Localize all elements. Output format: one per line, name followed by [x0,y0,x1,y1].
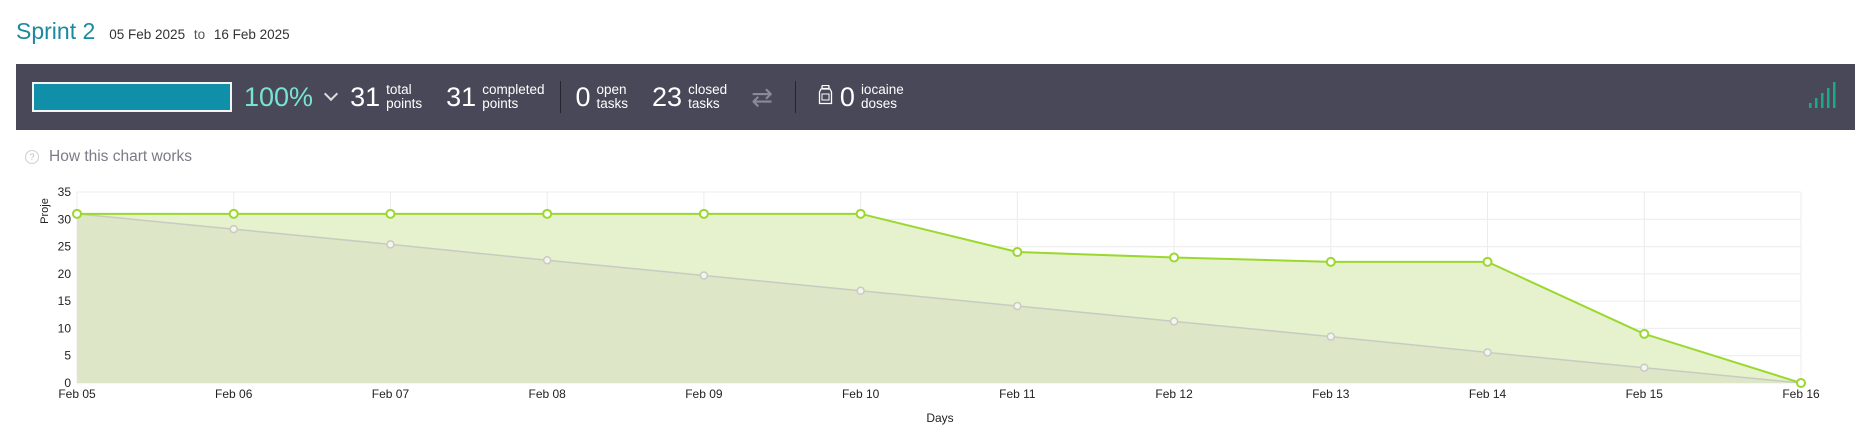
sprint-title[interactable]: Sprint 2 [16,18,95,45]
actual-point [72,208,82,219]
x-tick-label: Feb 09 [685,387,723,401]
closed-tasks-value: 23 [652,81,683,112]
question-icon: ? [25,150,39,164]
progress-bar [32,82,232,112]
y-tick-label: 15 [58,294,72,308]
y-axis-ticks: 05101520253035 [58,185,72,390]
sprint-header: Sprint 2 05 Feb 2025 to 16 Feb 2025 [16,18,290,45]
sprint-end-date: 16 Feb 2025 [213,27,290,42]
ideal-point [1640,363,1649,372]
date-separator: to [193,27,206,42]
progress-percent: 100% [244,81,314,112]
y-tick-label: 20 [58,267,72,281]
y-tick-label: 30 [58,212,72,226]
how-chart-works-text: How this chart works [49,148,192,165]
actual-point [1325,256,1336,267]
x-tick-label: Feb 06 [215,387,253,401]
ideal-point [229,224,238,234]
x-tick-label: Feb 15 [1626,387,1664,401]
x-tick-label: Feb 10 [842,387,880,401]
closed-tasks-stat: 23 closed tasks [652,82,727,113]
total-points-value: 31 [350,81,381,112]
actual-point [385,208,396,219]
sprint-summary-bar: 100% 31 total points 31 completed points 0… [16,64,1855,130]
actual-point [698,208,709,219]
ideal-point [1483,348,1492,357]
iocaine-jar-icon [818,84,833,110]
ideal-point [386,240,395,249]
actual-point [1012,247,1023,258]
ideal-point [699,271,709,280]
open-tasks-stat: 0 open tasks [575,82,628,113]
sprint-start-date: 05 Feb 2025 [109,27,186,42]
ideal-point [1326,332,1336,341]
ideal-point [1013,301,1022,311]
sprint-dates: 05 Feb 2025 to 16 Feb 2025 [109,27,289,42]
total-points-label: total points [386,82,423,111]
y-tick-label: 35 [58,185,72,199]
divider [794,81,796,113]
open-tasks-value: 0 [575,81,591,112]
x-tick-label: Feb 13 [1312,387,1350,401]
x-tick-label: Feb 07 [372,387,410,401]
x-tick-label: Feb 12 [1155,387,1193,401]
completed-points-label: completed points [482,82,545,111]
completed-points-value: 31 [446,81,477,112]
x-axis-label: Days [926,411,953,425]
y-tick-label: 10 [58,321,72,335]
closed-tasks-label: closed tasks [688,82,728,111]
total-points-stat: 31 total points [350,82,422,113]
actual-point [1796,378,1806,388]
divider [560,81,562,113]
open-tasks-label: open tasks [596,82,629,111]
iocaine-doses-stat: 0 iocaine doses [840,82,904,113]
how-chart-works-link[interactable]: ? How this chart works [25,148,192,166]
progress-bar-fill [34,84,230,110]
x-tick-label: Feb 05 [58,387,96,401]
bar-graph-icon[interactable] [1809,81,1837,113]
ideal-point [856,286,865,296]
y-tick-label: 25 [58,240,72,254]
completed-points-stat: 31 completed points [446,82,544,113]
burndown-chart: 05101520253035 Feb 05 Feb 06 Feb 07 Feb 08 F… [39,185,1820,425]
x-tick-label: Feb 08 [529,387,567,401]
actual-point [1482,256,1493,267]
iocaine-doses-label: iocaine doses [860,82,904,111]
x-tick-label: Feb 16 [1782,387,1820,401]
x-tick-label: Feb 11 [999,387,1036,401]
chevron-down-icon[interactable] [323,86,339,102]
actual-point [1639,328,1650,339]
actual-point [855,208,866,219]
ideal-point [542,255,552,265]
x-axis-ticks: Feb 05 Feb 06 Feb 07 Feb 08 Feb 09 Feb 10 Feb … [58,387,1820,401]
x-tick-label: Feb 14 [1469,387,1507,401]
y-tick-label: 5 [64,349,71,363]
ideal-point [1169,317,1179,326]
swap-arrows-icon[interactable]: ⇄ [751,82,773,113]
y-axis-label: Proje [39,198,51,224]
iocaine-doses-value: 0 [839,81,855,112]
actual-point [542,208,553,219]
actual-point [228,208,239,219]
actual-point [1169,252,1180,263]
